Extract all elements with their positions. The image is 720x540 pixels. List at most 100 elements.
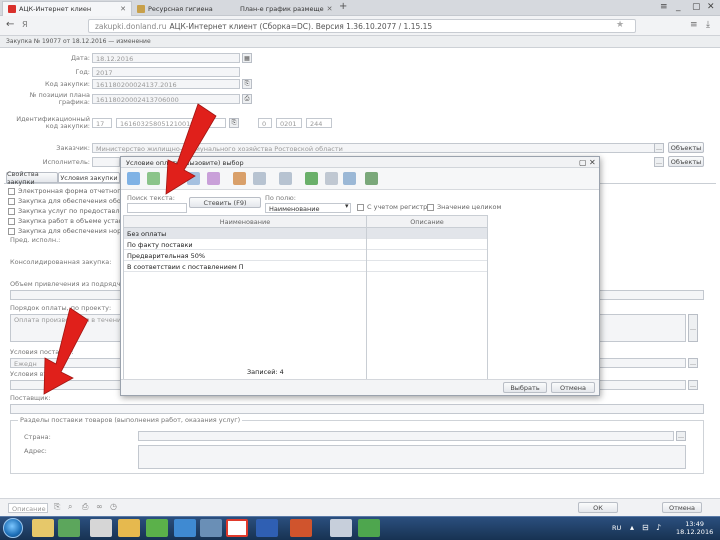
yandex-browser-icon[interactable] [226, 519, 248, 537]
ident-part-1[interactable]: 17 [92, 118, 112, 128]
checkbox[interactable] [8, 197, 15, 205]
ident-part-5[interactable]: 244 [306, 118, 332, 128]
media-icon[interactable] [146, 519, 168, 537]
delivery-lookup-icon[interactable]: … [688, 358, 698, 368]
other-lookup-icon[interactable]: … [688, 380, 698, 390]
country-lookup-icon[interactable]: … [676, 431, 686, 441]
add-icon[interactable] [167, 172, 180, 185]
explorer-icon[interactable] [32, 519, 54, 537]
yandex-button[interactable]: Я [22, 20, 28, 29]
ident-part-2[interactable]: 1616032580512100100 [116, 118, 226, 128]
case-checkbox-row[interactable]: С учетом регистра [357, 203, 431, 211]
contractor-objects-button[interactable]: Объекты [668, 156, 704, 167]
excel-icon[interactable] [365, 172, 378, 185]
word-icon[interactable] [256, 519, 278, 537]
date-field[interactable]: 18.12.2016 [92, 53, 240, 63]
customer-field[interactable]: Министерство жилищно-коммунального хозяй… [92, 143, 662, 153]
bookmark-star-icon[interactable]: ★ [616, 20, 624, 30]
table-row[interactable]: Без оплаты [124, 228, 366, 239]
filter-icon[interactable] [253, 172, 266, 185]
chevron-down-icon[interactable]: ▾ [345, 202, 349, 210]
address-field[interactable] [138, 445, 686, 469]
filter-clear-icon[interactable] [279, 172, 292, 185]
archive-icon[interactable] [330, 519, 352, 537]
link-icon[interactable]: ∞ [96, 502, 103, 511]
maximize-icon[interactable]: ▢ [692, 2, 701, 12]
checkbox[interactable] [8, 207, 15, 215]
search-input[interactable] [127, 203, 187, 213]
ident-part-3[interactable]: 0 [258, 118, 272, 128]
country-field[interactable] [138, 431, 674, 441]
browser-tab-ack[interactable]: АЦК-Интернет клиен ✕ [2, 1, 132, 16]
ident-doc-icon[interactable]: ⎘ [229, 118, 239, 128]
checkbox-row[interactable]: Закупка услуг по предоставле [8, 207, 124, 215]
checkbox-row[interactable]: Закупка работ в объеме устан [8, 217, 123, 225]
checkbox[interactable] [8, 187, 15, 195]
minimize-icon[interactable]: _ [676, 2, 681, 12]
delete-icon[interactable] [233, 172, 246, 185]
ok-button[interactable]: ОК [578, 502, 618, 513]
history-icon[interactable]: ◷ [110, 502, 117, 511]
table-cell[interactable] [367, 228, 487, 239]
download-icon[interactable]: ⤓ [706, 20, 710, 30]
green-app-icon[interactable] [358, 519, 380, 537]
checkbox-row[interactable]: Закупка для обеспечения обор [8, 197, 125, 205]
checkbox[interactable] [427, 203, 434, 211]
attach-icon[interactable]: ⎘ [54, 502, 60, 512]
search-icon[interactable]: ⌕ [68, 502, 72, 512]
export-icon[interactable] [207, 172, 220, 185]
table-row[interactable]: В соответствии с поставлением П [124, 261, 366, 272]
code-field[interactable]: 161180200024137.2016 [92, 79, 240, 89]
powerpoint-icon[interactable] [290, 519, 312, 537]
year-field[interactable]: 2017 [92, 67, 240, 77]
menu-lines-icon[interactable]: ≡ [690, 20, 698, 30]
folder-icon[interactable] [118, 519, 140, 537]
checkbox-row[interactable]: Закупка для обеспечения норм [8, 227, 126, 235]
tools-icon[interactable] [90, 519, 112, 537]
close-tab-icon[interactable]: ✕ [327, 5, 333, 13]
columns-icon[interactable] [325, 172, 338, 185]
table-row[interactable]: Предварительная 50% [124, 250, 366, 261]
app-icon[interactable] [174, 519, 196, 537]
plan-position-field[interactable]: 16118020002413706000 [92, 94, 240, 104]
table-row[interactable]: По факту поставки [124, 239, 366, 250]
select-button[interactable]: Выбрать [503, 382, 547, 393]
customer-lookup-icon[interactable]: … [654, 143, 664, 153]
code-copy-icon[interactable]: ⎘ [242, 79, 252, 89]
column-header-name[interactable]: Наименование [124, 216, 366, 228]
cancel-button[interactable]: Отмена [551, 382, 595, 393]
edit-icon[interactable] [147, 172, 160, 185]
new-tab-icon[interactable]: + [339, 1, 347, 12]
ident-part-4[interactable]: 0201 [276, 118, 302, 128]
whole-checkbox-row[interactable]: Значение целиком [427, 203, 501, 211]
bottom-action-select[interactable]: Описание [8, 503, 48, 513]
tab-properties[interactable]: Свойства закупки [6, 170, 58, 186]
close-dialog-icon[interactable]: ✕ [589, 158, 596, 167]
games-icon[interactable] [58, 519, 80, 537]
browser-tab-plan[interactable]: План-е график размеще ✕ [232, 1, 336, 16]
table-cell[interactable] [367, 250, 487, 261]
plan-pdf-icon[interactable]: ⎙ [242, 94, 252, 104]
copy-icon[interactable] [187, 172, 200, 185]
table-cell[interactable] [367, 261, 487, 272]
back-arrow-icon[interactable]: ← [6, 19, 14, 30]
contractor-lookup-icon[interactable]: … [654, 157, 664, 167]
column-header-desc[interactable]: Описание [367, 216, 487, 228]
address-field[interactable]: zakupki.donland.ru АЦК-Интернет клиент (… [88, 19, 636, 33]
checkbox-row[interactable]: Электронная форма отчетного к [8, 187, 131, 195]
language-indicator[interactable]: RU [612, 524, 621, 532]
sort-icon[interactable] [305, 172, 318, 185]
print-icon[interactable]: ⎙ [82, 502, 88, 512]
field-select[interactable]: Наименование [265, 203, 351, 213]
customer-objects-button[interactable]: Объекты [668, 142, 704, 153]
start-button-icon[interactable] [3, 518, 23, 538]
settings-gear-icon[interactable] [343, 172, 356, 185]
taskbar-clock[interactable]: 13:49 18.12.2016 [676, 520, 713, 536]
contractor-field[interactable] [92, 157, 120, 167]
maximize-dialog-icon[interactable]: ▢ [579, 158, 587, 167]
search-button[interactable]: Стевить (F9) [189, 197, 261, 208]
network-icon[interactable] [200, 519, 222, 537]
browser-tab-resource[interactable]: Ресурсная гигиена [132, 1, 232, 16]
menu-icon[interactable]: ≡ [660, 2, 668, 12]
calendar-icon[interactable]: ▦ [242, 53, 252, 63]
